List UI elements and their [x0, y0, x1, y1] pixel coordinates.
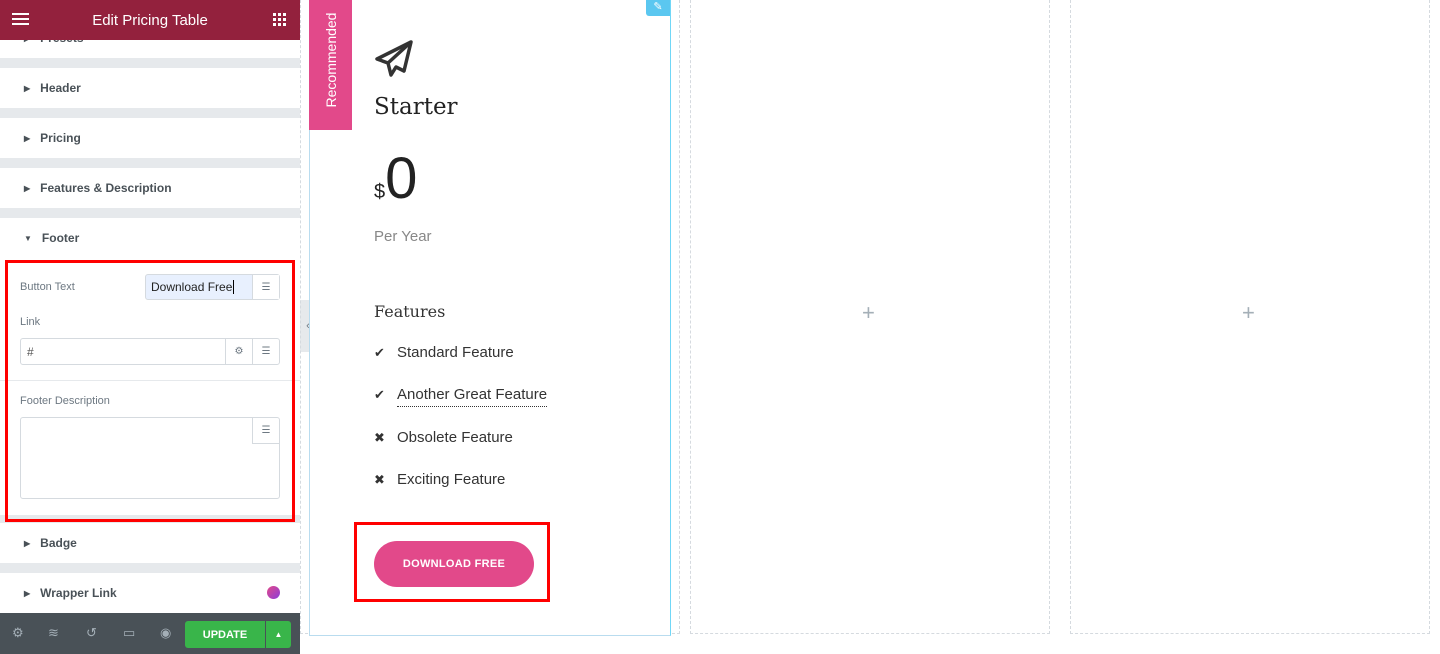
feature-item: ✖ Exciting Feature — [374, 471, 505, 488]
feature-text: Exciting Feature — [397, 471, 506, 488]
column-2: + — [690, 0, 1050, 634]
section-header[interactable]: ▶ Header — [0, 68, 300, 108]
update-button[interactable]: UPDATE — [185, 621, 265, 648]
section-label: Footer — [41, 231, 80, 245]
price-value: 0 — [385, 146, 418, 211]
section-label: Features & Description — [40, 181, 172, 195]
check-icon: ✔ — [374, 345, 385, 360]
price-period: Per Year — [374, 228, 432, 245]
grid-icon[interactable] — [273, 13, 286, 30]
feature-text: Another Great Feature — [397, 386, 548, 407]
feature-text: Standard Feature — [397, 344, 514, 361]
check-icon: ✔ — [374, 387, 385, 402]
editor-panel: Edit Pricing Table ▶Presets ▶Header ▶Pri… — [0, 0, 300, 654]
feature-item: ✔ Another Great Feature — [374, 386, 548, 407]
features-title: Features — [374, 302, 446, 321]
history-icon[interactable]: ↺ — [86, 625, 97, 641]
caret-right-icon: ▶ — [24, 133, 31, 143]
caret-right-icon: ▶ — [24, 183, 31, 193]
preview-eye-icon[interactable]: ◉ — [160, 625, 171, 641]
feature-item: ✔ Standard Feature — [374, 344, 514, 361]
section-label: Header — [40, 81, 81, 95]
highlight-box — [5, 260, 295, 522]
column-3: + — [1070, 0, 1430, 634]
caret-right-icon: ▶ — [24, 538, 31, 548]
hamburger-icon[interactable] — [12, 12, 29, 30]
paper-plane-icon — [374, 39, 414, 84]
plan-title: Starter — [374, 94, 458, 120]
update-options-button[interactable]: ▲ — [266, 621, 291, 648]
recommended-badge: Recommended — [309, 0, 352, 130]
edit-pencil-icon[interactable]: ✎ — [646, 0, 670, 16]
settings-icon[interactable]: ⚙ — [12, 625, 24, 641]
caret-right-icon: ▶ — [24, 588, 31, 598]
panel-header: Edit Pricing Table — [0, 0, 300, 40]
price: $0 — [374, 145, 417, 212]
section-pricing[interactable]: ▶ Pricing — [0, 118, 300, 158]
responsive-icon[interactable]: ▭ — [123, 625, 135, 641]
times-icon: ✖ — [374, 472, 385, 487]
pro-badge-icon — [267, 586, 280, 599]
section-badge[interactable]: ▶ Badge — [0, 523, 300, 563]
download-free-button[interactable]: DOWNLOAD FREE — [374, 541, 534, 587]
feature-item: ✖ Obsolete Feature — [374, 429, 513, 446]
currency: $ — [374, 181, 386, 203]
add-element-plus-icon[interactable]: + — [862, 300, 875, 326]
section-label: Pricing — [40, 131, 81, 145]
caret-down-icon: ▼ — [24, 233, 32, 243]
section-wrapper-link[interactable]: ▶ Wrapper Link — [0, 573, 300, 613]
panel-title: Edit Pricing Table — [92, 11, 208, 29]
panel-footer: ⚙ ≋ ↺ ▭ ◉ UPDATE ▲ — [0, 613, 300, 654]
section-label: Wrapper Link — [40, 586, 117, 600]
section-features[interactable]: ▶ Features & Description — [0, 168, 300, 208]
section-label: Badge — [40, 536, 77, 550]
caret-right-icon: ▶ — [24, 83, 31, 93]
layers-icon[interactable]: ≋ — [48, 625, 59, 641]
feature-text: Obsolete Feature — [397, 429, 513, 446]
section-footer[interactable]: ▼ Footer — [0, 218, 300, 258]
times-icon: ✖ — [374, 430, 385, 445]
badge-text: Recommended — [322, 12, 339, 108]
add-element-plus-icon[interactable]: + — [1242, 300, 1255, 326]
